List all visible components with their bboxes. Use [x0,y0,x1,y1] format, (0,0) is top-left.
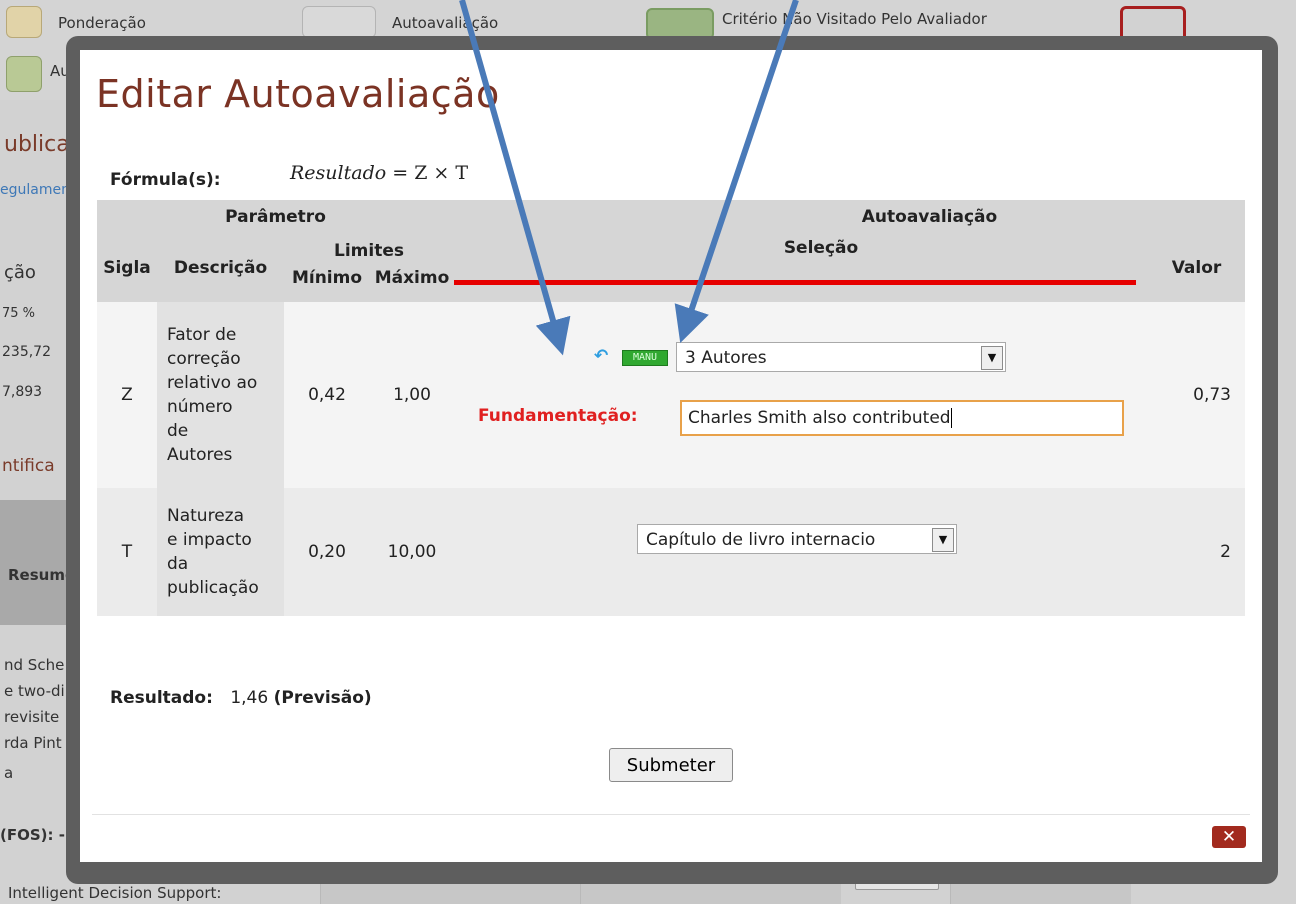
table-row: T Natureza e impacto da publicação 0,20 … [97,488,1245,616]
autoavaliacao-legend-label: Autoavaliação [392,14,499,32]
selection-underline [454,280,1136,285]
resultado-value: 1,46 [230,688,269,708]
row-valor: 2 [1148,488,1245,616]
fundamentacao-input[interactable]: Charles Smith also contributed [680,400,1124,436]
tipo-select-value: Capítulo de livro internacio [646,530,876,550]
chevron-down-icon[interactable]: ▼ [981,346,1003,370]
modal-title: Editar Autoavaliação [96,72,500,116]
bg-link[interactable]: egulamen [0,182,70,198]
header-row-1: Parâmetro Autoavaliação [97,200,1245,234]
descricao-line: número [167,397,233,417]
row-descricao: Fator de correção relativo ao número de … [157,302,284,488]
descricao-line: relativo ao [167,373,258,393]
resultado: Resultado: 1,46 (Previsão) [110,688,372,708]
criterio-label: Critério Não Visitado Pelo Avaliador [722,10,987,28]
header-sigla: Sigla [97,234,157,302]
header-minimo: Mínimo [284,268,370,302]
bg-fragment: a [4,764,14,782]
bg-fragment: 7,893 [2,384,43,400]
row-sigla: Z [97,302,157,488]
descricao-line: da [167,554,189,574]
descricao-line: Autores [167,445,233,465]
header-row-2: Sigla Descrição Limites Seleção Valor [97,234,1245,302]
bg-fragment: ção [4,262,36,283]
descricao-line: e impacto [167,530,252,550]
parameters-table: Parâmetro Autoavaliação Sigla Descrição … [97,200,1245,616]
descricao-line: Fator de [167,325,237,345]
footer-divider [92,814,1250,815]
submit-button[interactable]: Submeter [609,748,733,782]
edit-modal: Editar Autoavaliação Fórmula(s): Resulta… [80,50,1262,862]
descricao-line: Natureza [167,506,244,526]
header-autoavaliacao: Autoavaliação [454,200,1245,234]
table-row: Z Fator de correção relativo ao número d… [97,302,1245,488]
row-selecao: ↶ MANU 3 Autores ▼ Fundamentação: Charle… [454,302,1148,488]
undo-icon[interactable]: ↶ [594,346,616,366]
row-maximo: 1,00 [370,302,454,488]
row-sigla: T [97,488,157,616]
bg-fragment: revisite [4,708,60,726]
bg-fragment: e two-di [4,682,65,700]
header-valor: Valor [1148,234,1245,302]
selecao-wrap: Capítulo de livro internacio ▼ [454,488,1148,616]
row-maximo: 10,00 [370,488,454,616]
bg-heading: ublica [4,132,70,157]
formula-lhs: Resultado [290,162,387,184]
header-maximo: Máximo [370,268,454,302]
bg-fragment: (FOS): - [0,826,65,844]
fundamentacao-label: Fundamentação: [478,406,638,426]
bg-fragment: rda Pint [4,734,62,752]
descricao-line: de [167,421,189,441]
row-descricao: Natureza e impacto da publicação [157,488,284,616]
formula-label: Fórmula(s): [110,170,221,190]
header-selecao: Seleção [783,238,859,258]
header-selecao-cell: Seleção [454,234,1148,302]
manu-icon[interactable]: MANU [622,350,668,366]
ponderacao-label: Ponderação [58,14,146,32]
descricao-line: publicação [167,578,259,598]
bg-fragment: ntifica [2,456,55,476]
header-limites: Limites [284,234,454,268]
tipo-publicacao-select[interactable]: Capítulo de livro internacio ▼ [637,524,957,554]
resultado-label: Resultado: [110,688,213,708]
resultado-note: (Previsão) [273,688,372,708]
bg-fragment: 75 % [2,306,36,321]
autores-select-value: 3 Autores [685,348,767,368]
row-minimo: 0,20 [284,488,370,616]
formula-rhs: = Z × T [392,162,469,184]
row-valor: 0,73 [1148,302,1245,488]
bg-fragment: 235,72 [2,344,51,360]
aut-swatch [6,56,42,92]
descricao-line: correção [167,349,241,369]
autores-select[interactable]: 3 Autores ▼ [676,342,1006,372]
ponderacao-swatch [6,6,42,38]
fundamentacao-value: Charles Smith also contributed [688,408,951,428]
selecao-wrap: ↶ MANU 3 Autores ▼ Fundamentação: Charle… [454,302,1148,488]
close-icon[interactable]: ✕ [1212,826,1246,848]
formula: Resultado = Z × T [290,162,468,184]
autoavaliacao-swatch [302,6,376,38]
text-cursor [950,408,952,428]
row-minimo: 0,42 [284,302,370,488]
bg-bottom-text: Intelligent Decision Support: [8,884,222,902]
bg-fragment: nd Sche [4,656,65,674]
chevron-down-icon[interactable]: ▼ [932,528,954,552]
row-selecao: Capítulo de livro internacio ▼ [454,488,1148,616]
header-descricao: Descrição [157,234,284,302]
header-parametro: Parâmetro [97,200,454,234]
